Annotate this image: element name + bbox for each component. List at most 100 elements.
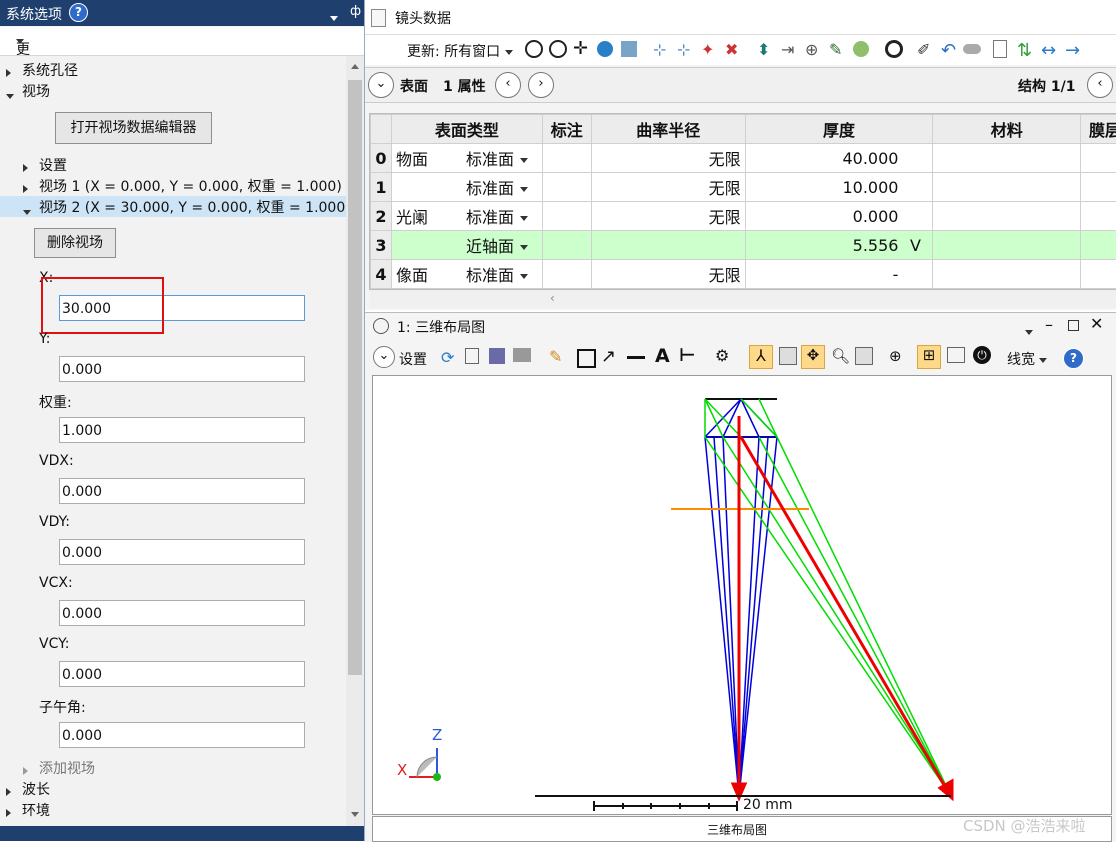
thickness-value[interactable]: 5.556 (853, 236, 899, 255)
fold-icon[interactable]: ⊕ (805, 40, 823, 58)
surface-row[interactable]: 1标准面 无限 10.000 (371, 173, 1116, 202)
tree-node-field2[interactable]: 视场 2 (X = 30.000, Y = 0.000, 权重 = 1.000) (39, 197, 351, 217)
grid-icon[interactable] (621, 41, 637, 57)
surface-type-dropdown[interactable]: 标准面 (466, 150, 528, 169)
maximize-icon[interactable] (1068, 320, 1079, 331)
radius-cell[interactable]: 无限 (591, 260, 745, 289)
radius-cell[interactable]: 无限 (591, 173, 745, 202)
open-field-editor-button[interactable]: 打开视场数据编辑器 (55, 112, 212, 144)
comment-cell[interactable] (542, 173, 591, 202)
thickness-cell[interactable]: 10.000 (745, 173, 933, 202)
swap-icon[interactable]: ⇅ (1017, 40, 1035, 58)
scroll-up-icon[interactable] (351, 64, 359, 69)
surface-name[interactable]: 像面 (396, 262, 466, 286)
dropdown-arrow-icon[interactable] (520, 274, 528, 279)
tree-node-settings[interactable]: 设置 (39, 155, 67, 175)
power-icon[interactable]: ⏻ (973, 346, 991, 364)
thickness-value[interactable]: 0.000 (853, 207, 899, 226)
lens-update-dropdown[interactable]: 更新: 所有窗口 (407, 41, 513, 61)
reverse-icon[interactable]: ⇥ (781, 40, 799, 58)
tree-node-add-field[interactable]: 添加视场 (39, 758, 95, 778)
surface-number[interactable]: 4 (371, 260, 392, 289)
surface-row[interactable]: 0物面标准面无限40.000 (371, 144, 1116, 173)
paint-icon[interactable]: ✐ (917, 40, 935, 58)
view-icon[interactable]: ⚙ (715, 346, 733, 364)
surface-name-type[interactable]: 标准面 (391, 173, 542, 202)
next-surface-icon[interactable]: › (528, 72, 554, 98)
surface-name[interactable]: 物面 (396, 146, 466, 170)
close-icon[interactable]: ✕ (1090, 314, 1103, 333)
surface-number[interactable]: 1 (371, 173, 392, 202)
dropdown-arrow-icon[interactable] (520, 158, 528, 163)
calc-icon[interactable] (525, 40, 543, 58)
pencil-icon[interactable]: ✎ (549, 347, 567, 365)
y-input[interactable]: 0.000 (59, 356, 305, 382)
solve-icon[interactable]: ✦ (701, 40, 719, 58)
layout-settings-label[interactable]: 设置 (399, 349, 427, 369)
refresh-icon[interactable]: ⟳ (441, 348, 459, 366)
col-header-material[interactable]: 材料 (933, 115, 1081, 144)
surface-name-type[interactable]: 像面标准面 (391, 260, 542, 289)
vdx-input[interactable]: 0.000 (59, 478, 305, 504)
layout-settings-expand-icon[interactable]: ⌄ (373, 346, 395, 368)
collapse-icon[interactable]: ↔ (1041, 40, 1059, 58)
grid-hscrollbar[interactable]: ‹ (370, 290, 1116, 308)
lock-icon[interactable]: ⊕ (889, 347, 907, 365)
delete-surface-icon[interactable]: ⊹ (677, 40, 695, 58)
line-icon[interactable] (627, 356, 645, 359)
expand-icon[interactable]: ⌄ (368, 72, 394, 98)
layout-menu-icon[interactable] (1025, 323, 1033, 339)
notes-icon[interactable] (993, 40, 1007, 58)
solve-flag[interactable]: V (902, 236, 928, 255)
layout-canvas[interactable]: 20 mm Z X (372, 375, 1112, 815)
vcx-input[interactable]: 0.000 (59, 600, 305, 626)
window-icon[interactable] (947, 347, 965, 363)
surface-name-type[interactable]: 光阑标准面 (391, 202, 542, 231)
surface-type-dropdown[interactable]: 标准面 (466, 208, 528, 227)
coating-cell[interactable] (1081, 260, 1116, 289)
col-header-thickness[interactable]: 厚度 (745, 115, 933, 144)
surface-number[interactable]: 2 (371, 202, 392, 231)
minimize-icon[interactable]: – (1045, 315, 1053, 334)
dropdown-arrow-icon[interactable] (520, 245, 528, 250)
copy-icon[interactable] (465, 348, 479, 364)
pin-icon[interactable]: ф (350, 4, 361, 19)
crosshair-icon[interactable]: ✛ (573, 40, 591, 58)
tree-node-aperture[interactable]: 系统孔径 (22, 60, 78, 80)
reset-view-icon[interactable] (855, 347, 873, 365)
col-header-coating[interactable]: 膜层 (1081, 115, 1116, 144)
tree-node-field1[interactable]: 视场 1 (X = 0.000, Y = 0.000, 权重 = 1.000) (39, 176, 342, 196)
left-scrollbar[interactable] (346, 56, 364, 826)
material-cell[interactable] (933, 144, 1081, 173)
undo-icon[interactable]: ↶ (941, 40, 959, 58)
rectangle-icon[interactable] (577, 349, 596, 368)
radius-cell[interactable]: 无限 (591, 144, 745, 173)
pan-icon[interactable]: ✥ (801, 345, 825, 369)
dropdown-arrow-icon[interactable] (520, 216, 528, 221)
next-icon[interactable]: → (1065, 40, 1083, 58)
radius-cell[interactable] (591, 231, 745, 260)
dropdown-arrow-icon[interactable] (520, 187, 528, 192)
auto-icon[interactable] (549, 40, 567, 58)
material-cell[interactable] (933, 260, 1081, 289)
surface-row[interactable]: 2光阑标准面无限0.000 (371, 202, 1116, 231)
globe-icon[interactable] (597, 41, 613, 57)
surface-name-type[interactable]: 物面标准面 (391, 144, 542, 173)
help-icon[interactable]: ? (69, 3, 88, 22)
text-icon[interactable]: A (655, 345, 673, 363)
weight-input[interactable]: 1.000 (59, 417, 305, 443)
thickness-cell[interactable]: - (745, 260, 933, 289)
coating-cell[interactable] (1081, 144, 1116, 173)
line-width-dropdown[interactable]: 线宽 (1007, 349, 1047, 369)
frame-icon[interactable]: ⊞ (917, 345, 941, 369)
tree-node-fields[interactable]: 视场 (22, 81, 50, 101)
thickness-cell[interactable]: 40.000 (745, 144, 933, 173)
thickness-cell[interactable]: 0.000 (745, 202, 933, 231)
thickness-value[interactable]: - (893, 265, 899, 284)
scroll-thumb[interactable] (348, 80, 362, 675)
thickness-value[interactable]: 10.000 (842, 178, 898, 197)
surface-name-type[interactable]: 近轴面 (391, 231, 542, 260)
comment-cell[interactable] (542, 260, 591, 289)
axes-icon[interactable]: ⅄ (749, 345, 773, 369)
dimension-icon[interactable]: ⊢ (679, 345, 697, 363)
